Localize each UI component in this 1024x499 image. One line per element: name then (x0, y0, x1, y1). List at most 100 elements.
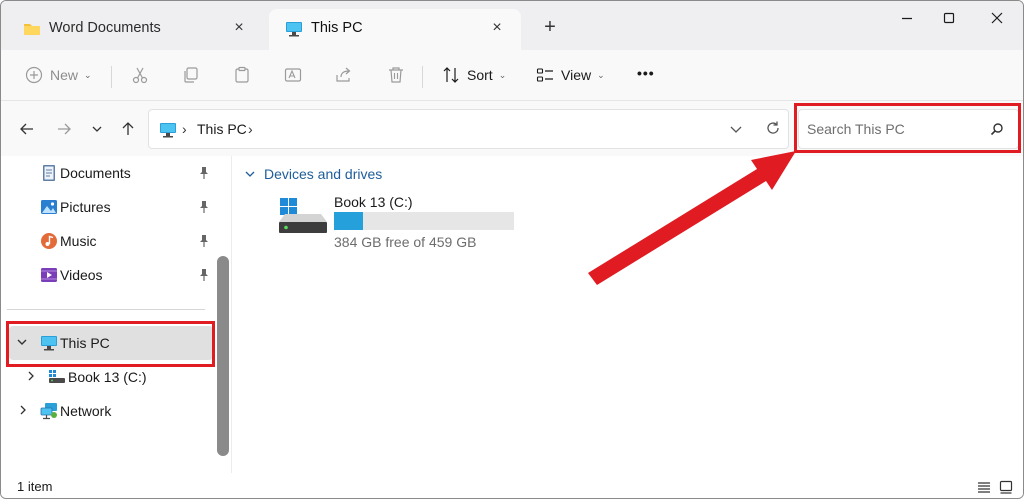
new-label: New (50, 67, 79, 83)
videos-icon (41, 268, 57, 282)
music-icon (41, 233, 57, 249)
folder-icon (24, 24, 40, 35)
paste-button[interactable] (233, 62, 251, 88)
drive-icon (49, 370, 65, 383)
maximize-button[interactable] (927, 1, 971, 35)
pin-icon[interactable] (198, 234, 210, 248)
more-options-button[interactable]: ••• (637, 60, 655, 86)
group-header-label: Devices and drives (264, 166, 383, 182)
refresh-icon (767, 121, 779, 134)
chevron-down-icon: ⌄ (84, 69, 92, 80)
address-bar[interactable]: › This PC › (148, 109, 789, 149)
drive-usage-fill (334, 212, 364, 230)
delete-button[interactable] (387, 62, 405, 88)
drive-tile-book13[interactable]: Book 13 (C:) 384 GB free of 459 GB (277, 192, 517, 252)
chevron-right-icon[interactable] (25, 370, 37, 382)
details-view-icon[interactable] (977, 480, 991, 494)
toolbar-divider (111, 66, 112, 88)
title-bar: Word Documents × This PC × + (1, 1, 1023, 50)
pin-icon[interactable] (198, 268, 210, 282)
group-header-devices[interactable]: Devices and drives (244, 166, 382, 182)
sidebar-item-label: Documents (60, 165, 131, 181)
breadcrumb-this-pc[interactable]: This PC (197, 121, 247, 137)
navigation-pane: Documents Pictures Music Videos This PC … (1, 156, 231, 473)
delete-icon (389, 67, 403, 83)
minimize-button[interactable] (885, 1, 929, 35)
status-bar: 1 item (1, 473, 1023, 498)
monitor-icon (286, 22, 302, 37)
sidebar-item-network[interactable]: Network (1, 394, 214, 428)
sidebar-item-label: Book 13 (C:) (68, 369, 147, 385)
sidebar-item-documents[interactable]: Documents (1, 156, 214, 190)
sidebar-item-label: Network (60, 403, 112, 419)
address-history-button[interactable] (729, 122, 743, 139)
rename-icon (284, 68, 302, 82)
breadcrumb-separator[interactable]: › (182, 121, 187, 137)
sort-button[interactable]: Sort ⌄ (442, 62, 506, 88)
share-icon (336, 67, 351, 82)
large-icons-view-icon[interactable] (999, 480, 1013, 494)
pin-icon[interactable] (198, 166, 210, 180)
arrow-right-icon (58, 123, 71, 135)
sidebar-item-label: Music (60, 233, 97, 249)
arrow-up-icon (122, 122, 134, 135)
this-pc-highlight-box (6, 321, 215, 367)
monitor-icon (160, 123, 176, 138)
tab-word-documents[interactable]: Word Documents × (7, 9, 263, 50)
search-highlight-box (794, 103, 1021, 153)
paste-icon (235, 66, 249, 83)
close-window-button[interactable] (975, 1, 1019, 35)
close-icon (991, 12, 1003, 24)
copy-icon (184, 67, 198, 83)
maximize-icon (943, 12, 955, 24)
view-icon (536, 68, 553, 82)
chevron-down-icon: ⌄ (597, 69, 605, 80)
sidebar-scrollbar-thumb[interactable] (217, 256, 229, 456)
rename-button[interactable] (284, 62, 302, 88)
cut-button[interactable] (131, 62, 149, 88)
close-tab-icon[interactable]: × (487, 18, 507, 38)
tab-title: This PC (311, 20, 363, 36)
pin-icon[interactable] (198, 200, 210, 214)
new-button[interactable]: New ⌄ (25, 62, 92, 88)
sidebar-item-music[interactable]: Music (1, 224, 214, 258)
drive-free-space: 384 GB free of 459 GB (334, 234, 477, 250)
breadcrumb-separator[interactable]: › (248, 121, 253, 137)
share-button[interactable] (335, 62, 353, 88)
recent-locations-button[interactable] (86, 119, 108, 139)
sidebar-item-pictures[interactable]: Pictures (1, 190, 214, 224)
sidebar-item-label: Videos (60, 267, 103, 283)
chevron-down-icon: ⌄ (498, 69, 507, 80)
documents-icon (43, 165, 55, 181)
refresh-button[interactable] (765, 120, 781, 139)
pictures-icon (41, 200, 57, 214)
tab-title: Word Documents (49, 20, 161, 36)
forward-button[interactable] (53, 119, 75, 139)
sort-icon (443, 67, 459, 83)
item-count: 1 item (17, 479, 53, 494)
add-icon (25, 66, 43, 84)
back-button[interactable] (16, 119, 38, 139)
new-tab-button[interactable]: + (539, 17, 561, 39)
drive-name: Book 13 (C:) (334, 194, 413, 210)
file-explorer-window: Word Documents × This PC × + New ⌄ Sort … (0, 0, 1024, 499)
cut-icon (132, 67, 148, 84)
network-icon (40, 403, 57, 420)
close-tab-icon[interactable]: × (229, 18, 249, 38)
drive-icon (279, 198, 327, 233)
drive-usage-bar (334, 212, 514, 230)
tab-this-pc[interactable]: This PC × (269, 9, 521, 50)
up-button[interactable] (117, 119, 139, 139)
copy-button[interactable] (182, 62, 200, 88)
chevron-down-icon (730, 126, 742, 133)
view-button[interactable]: View ⌄ (536, 62, 605, 88)
view-label: View (561, 67, 592, 83)
command-bar: New ⌄ Sort ⌄ View ⌄ ••• (1, 50, 1023, 101)
arrow-left-icon (20, 123, 33, 135)
sidebar-divider (7, 309, 205, 310)
toolbar-divider (422, 66, 423, 88)
minimize-icon (902, 17, 912, 20)
chevron-right-icon[interactable] (17, 404, 29, 416)
sidebar-item-videos[interactable]: Videos (1, 258, 214, 292)
chevron-down-icon (245, 171, 255, 177)
